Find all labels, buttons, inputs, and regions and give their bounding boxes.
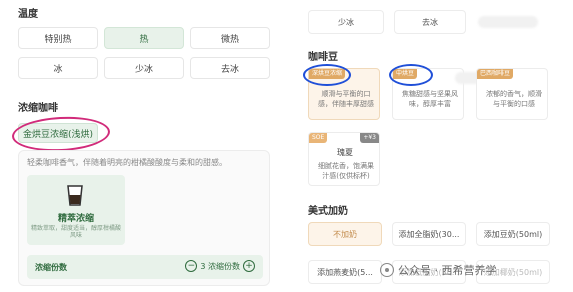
bean-desc: 焦糖甜感与坚果风味，醇厚丰富 xyxy=(402,90,458,108)
shots-row: 浓缩份数 − 3 浓缩份数 + xyxy=(27,255,263,279)
shots-label: 浓缩份数 xyxy=(35,263,67,272)
milk-title: 美式加奶 xyxy=(308,206,348,217)
milk-option-oat[interactable]: 添加燕麦奶(5... xyxy=(308,260,382,284)
espresso-description: 轻柔咖啡香气，伴随着明亮的柑橘酸酸度与柔和的甜感。 xyxy=(27,158,227,167)
watermark: 公众号 · 西希营养学 xyxy=(380,262,497,278)
shots-value: 3 浓缩份数 xyxy=(200,261,240,271)
espresso-panel: 轻柔咖啡香气，伴随着明亮的柑橘酸酸度与柔和的甜感。 精萃浓缩 精致萃取，甜度适当… xyxy=(18,150,270,286)
right-option-less-ice[interactable]: 少冰 xyxy=(308,10,384,34)
temperature-title: 温度 xyxy=(18,9,38,20)
highlight-circle xyxy=(11,114,111,154)
bean-tag: SOE xyxy=(309,133,328,143)
watermark-text: 公众号 · 西希营养学 xyxy=(398,264,497,277)
bean-desc: 顺滑与平衡的口感，伴随丰厚甜感 xyxy=(318,90,374,108)
espresso-title: 浓缩咖啡 xyxy=(18,103,58,114)
shots-stepper: − 3 浓缩份数 + xyxy=(185,260,255,272)
bean-option-brazil[interactable]: 巴西咖啡豆 浓郁的香气，顺滑与平衡的口感 xyxy=(476,68,548,120)
extraction-card-title: 精萃浓缩 xyxy=(57,214,94,224)
temp-option-extra-hot[interactable]: 特别热 xyxy=(18,27,98,49)
extraction-card-subtitle: 精致萃取，甜度适当，醇厚柑橘酸风味 xyxy=(31,225,122,239)
bean-tag: 巴西咖啡豆 xyxy=(477,69,514,79)
bean-desc: 浓郁的香气，顺滑与平衡的口感 xyxy=(486,90,542,108)
highlight-circle xyxy=(303,64,351,86)
temp-option-ice[interactable]: 冰 xyxy=(18,57,98,79)
minus-icon[interactable]: − xyxy=(185,260,198,272)
plus-icon[interactable]: + xyxy=(243,260,255,272)
blurred-area xyxy=(478,16,538,28)
bean-desc: 细腻花香，饱满果汁感(仅供标杯) xyxy=(318,162,374,180)
temp-option-less-ice[interactable]: 少冰 xyxy=(104,57,184,79)
temp-option-warm[interactable]: 微热 xyxy=(190,27,270,49)
milk-option-none[interactable]: 不加奶 xyxy=(308,222,382,246)
temp-option-no-ice[interactable]: 去冰 xyxy=(190,57,270,79)
wechat-logo-icon xyxy=(380,263,394,277)
coffee-beans-title: 咖啡豆 xyxy=(308,52,338,63)
right-option-no-ice[interactable]: 去冰 xyxy=(394,10,466,34)
milk-option-soy[interactable]: 添加豆奶(50ml) xyxy=(476,222,550,246)
extraction-card[interactable]: 精萃浓缩 精致萃取，甜度适当，醇厚柑橘酸风味 xyxy=(27,175,125,245)
coffee-order-screen: 温度 特别热 热 微热 冰 少冰 去冰 浓缩咖啡 金烘豆浓缩(浅烘) 轻柔咖啡香… xyxy=(0,0,573,292)
temp-option-hot[interactable]: 热 xyxy=(104,27,184,49)
bean-name: 瑰夏 xyxy=(337,148,353,157)
price-badge: +¥3 xyxy=(360,133,379,143)
highlight-circle xyxy=(389,64,433,86)
bean-option-geisha[interactable]: SOE +¥3 瑰夏 细腻花香，饱满果汁感(仅供标杯) xyxy=(308,132,380,186)
milk-option-whole[interactable]: 添加全脂奶(30... xyxy=(392,222,466,246)
cup-icon xyxy=(67,185,83,206)
